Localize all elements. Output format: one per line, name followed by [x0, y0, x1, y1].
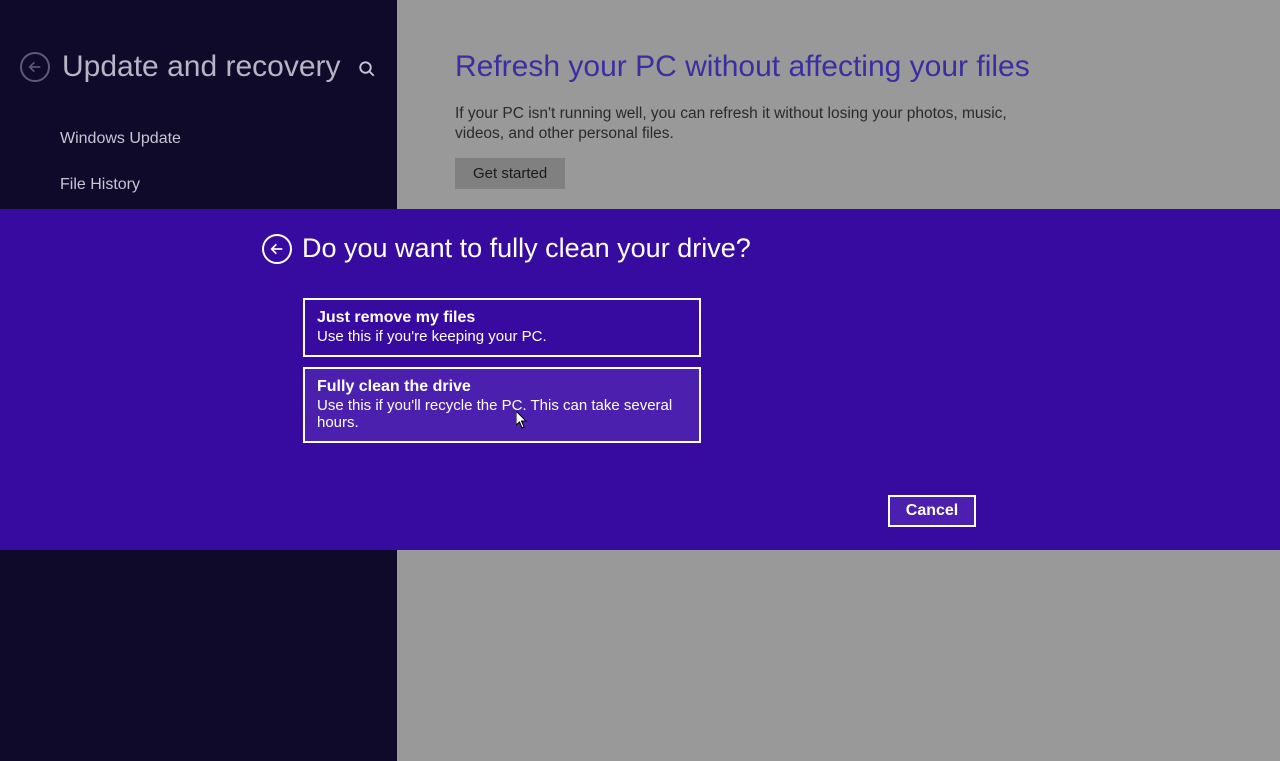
option-fully-clean-drive[interactable]: Fully clean the drive Use this if you'll… — [303, 367, 701, 443]
back-icon[interactable] — [20, 52, 50, 82]
sidebar-item-windows-update[interactable]: Windows Update — [60, 130, 181, 148]
modal-dialog: Do you want to fully clean your drive? J… — [0, 209, 1280, 550]
cancel-button[interactable]: Cancel — [888, 495, 976, 527]
option-just-remove-files[interactable]: Just remove my files Use this if you're … — [303, 298, 701, 357]
section-title: Refresh your PC without affecting your f… — [455, 50, 1045, 84]
option-description: Use this if you'll recycle the PC. This … — [317, 397, 687, 431]
modal-back-icon[interactable] — [262, 234, 292, 264]
page-title: Update and recovery — [62, 50, 341, 84]
modal-title: Do you want to fully clean your drive? — [302, 233, 751, 264]
search-icon[interactable] — [358, 60, 376, 78]
section-description: If your PC isn't running well, you can r… — [455, 104, 1045, 144]
sidebar-nav: Windows Update File History — [60, 130, 181, 194]
get-started-button[interactable]: Get started — [455, 158, 565, 189]
option-title: Just remove my files — [317, 309, 687, 327]
modal-header: Do you want to fully clean your drive? — [262, 233, 751, 264]
option-title: Fully clean the drive — [317, 378, 687, 396]
content-area: Refresh your PC without affecting your f… — [455, 50, 1045, 189]
sidebar-header: Update and recovery — [20, 50, 341, 84]
sidebar-item-file-history[interactable]: File History — [60, 176, 181, 194]
option-description: Use this if you're keeping your PC. — [317, 328, 687, 345]
